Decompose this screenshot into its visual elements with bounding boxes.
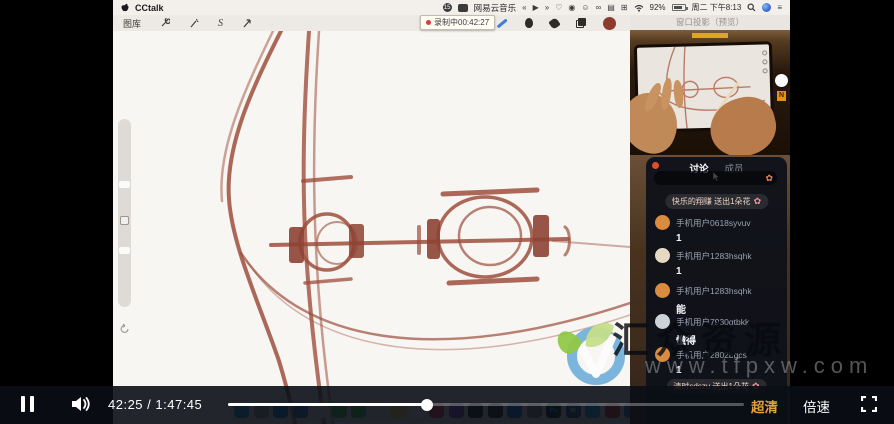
fullscreen-button[interactable] xyxy=(861,396,877,412)
screen-capture-icon xyxy=(457,3,468,12)
speed-button[interactable]: 倍速 xyxy=(803,396,830,416)
volume-button[interactable] xyxy=(70,395,92,413)
color-swatch xyxy=(603,16,616,30)
recording-indicator: 录制中00:42:27 xyxy=(420,15,496,30)
avatar xyxy=(655,283,670,298)
smiley-status-icon: ☺ xyxy=(581,2,590,12)
quality-button[interactable]: 超清 xyxy=(751,396,778,416)
brush-size-slider-handle xyxy=(119,181,130,188)
battery-percent: 92% xyxy=(649,3,666,12)
pause-button[interactable] xyxy=(21,396,37,412)
apple-logo-icon xyxy=(121,3,129,12)
menubar-app-name: CCtalk xyxy=(135,2,164,13)
media-previous-icon: « xyxy=(522,2,527,12)
chat-message: 手机用户1283hsqhk 1 xyxy=(655,248,782,277)
mac-menubar: CCtalk 15 网易云音乐 « ▶ » ♡ ◉ ☺ ∞ ▤ ⊞ 92% 周二… xyxy=(113,0,790,15)
undo-icon xyxy=(120,323,129,333)
procreate-side-sliders xyxy=(118,119,131,307)
progress-knob[interactable] xyxy=(420,398,433,411)
menubar-clock: 周二 下午8:13 xyxy=(691,3,742,12)
wifi-icon xyxy=(634,4,643,12)
recording-time: 录制中00:42:27 xyxy=(434,18,490,27)
keyboard-icon: ⊞ xyxy=(620,2,628,12)
brush-tool-icon xyxy=(496,18,508,28)
player-control-bar: 42:25 / 1:47:45 超清 倍速 xyxy=(0,386,894,424)
progress-bar[interactable] xyxy=(228,398,744,411)
search-icon xyxy=(747,3,756,12)
video-player-frame: CCtalk 15 网易云音乐 « ▶ » ♡ ◉ ☺ ∞ ▤ ⊞ 92% 周二… xyxy=(0,0,894,424)
recording-dot-icon xyxy=(426,20,431,25)
media-play-icon: ▶ xyxy=(532,2,539,12)
menubar-badge-count: 15 xyxy=(442,3,452,12)
time-display: 42:25 / 1:47:45 xyxy=(108,397,203,412)
camera-preview: N xyxy=(630,30,790,155)
chat-message: 手机用户0618syvuv 1 xyxy=(655,215,782,244)
gallery-button: 图库 xyxy=(123,18,142,29)
battery-icon xyxy=(671,4,688,11)
username: 手机用户1283hsqhk xyxy=(676,285,752,296)
flower-icon: ✿ xyxy=(753,196,762,206)
transform-arrow-icon xyxy=(243,19,251,28)
obscured-message-row: ✿ xyxy=(654,171,777,185)
record-status-icon: ◉ xyxy=(568,2,576,12)
username: 手机用户0618syvuv xyxy=(676,217,751,228)
gift-notice: 快乐的翔赚 送出1朵花 ✿ xyxy=(664,194,769,209)
vpn-icon: ∞ xyxy=(595,2,602,12)
chat-area: 讨论 成员 ✿ 快乐的翔赚 送出1朵花 ✿ 手机用户0618syvuv 1 手机用… xyxy=(630,155,790,424)
flower-icon: ✿ xyxy=(765,172,773,183)
modify-button xyxy=(120,216,129,225)
message-text: 1 xyxy=(676,266,682,277)
shelf-label xyxy=(692,33,728,38)
watermark-site-text: www.tfpxw.com xyxy=(645,353,874,378)
eraser-tool-icon xyxy=(548,16,561,30)
time-total: 1:47:45 xyxy=(155,397,203,412)
adjustments-wand-icon xyxy=(190,18,199,28)
discussion-panel: 讨论 成员 ✿ 快乐的翔赚 送出1朵花 ✿ 手机用户0618syvuv 1 手机用… xyxy=(646,157,787,424)
ipad-toolbar-dots xyxy=(762,50,768,74)
orange-n-marker: N xyxy=(777,91,786,101)
procreate-toolbar: 图库 S xyxy=(113,15,630,31)
avatar xyxy=(655,248,670,263)
avatar xyxy=(655,215,670,230)
progress-fill xyxy=(228,403,427,406)
window-icon: ▤ xyxy=(607,2,615,12)
actions-wrench-icon xyxy=(161,18,171,27)
menubar-music-app: 网易云音乐 xyxy=(473,2,517,13)
heart-icon: ♡ xyxy=(555,2,563,12)
projection-window-title: 窗口投影（预览） xyxy=(630,15,790,30)
username: 手机用户1283hsqhk xyxy=(676,250,752,261)
smudge-tool-icon xyxy=(525,18,533,28)
selection-tool: S xyxy=(218,17,224,29)
pointer-dot xyxy=(775,74,788,87)
media-next-icon: » xyxy=(544,2,550,12)
control-center-icon: ≡ xyxy=(777,2,782,12)
layers-icon xyxy=(576,18,586,28)
message-text: 1 xyxy=(676,233,682,244)
brush-opacity-slider-handle xyxy=(119,247,130,254)
time-current: 42:25 xyxy=(108,397,144,412)
siri-icon xyxy=(762,3,772,12)
